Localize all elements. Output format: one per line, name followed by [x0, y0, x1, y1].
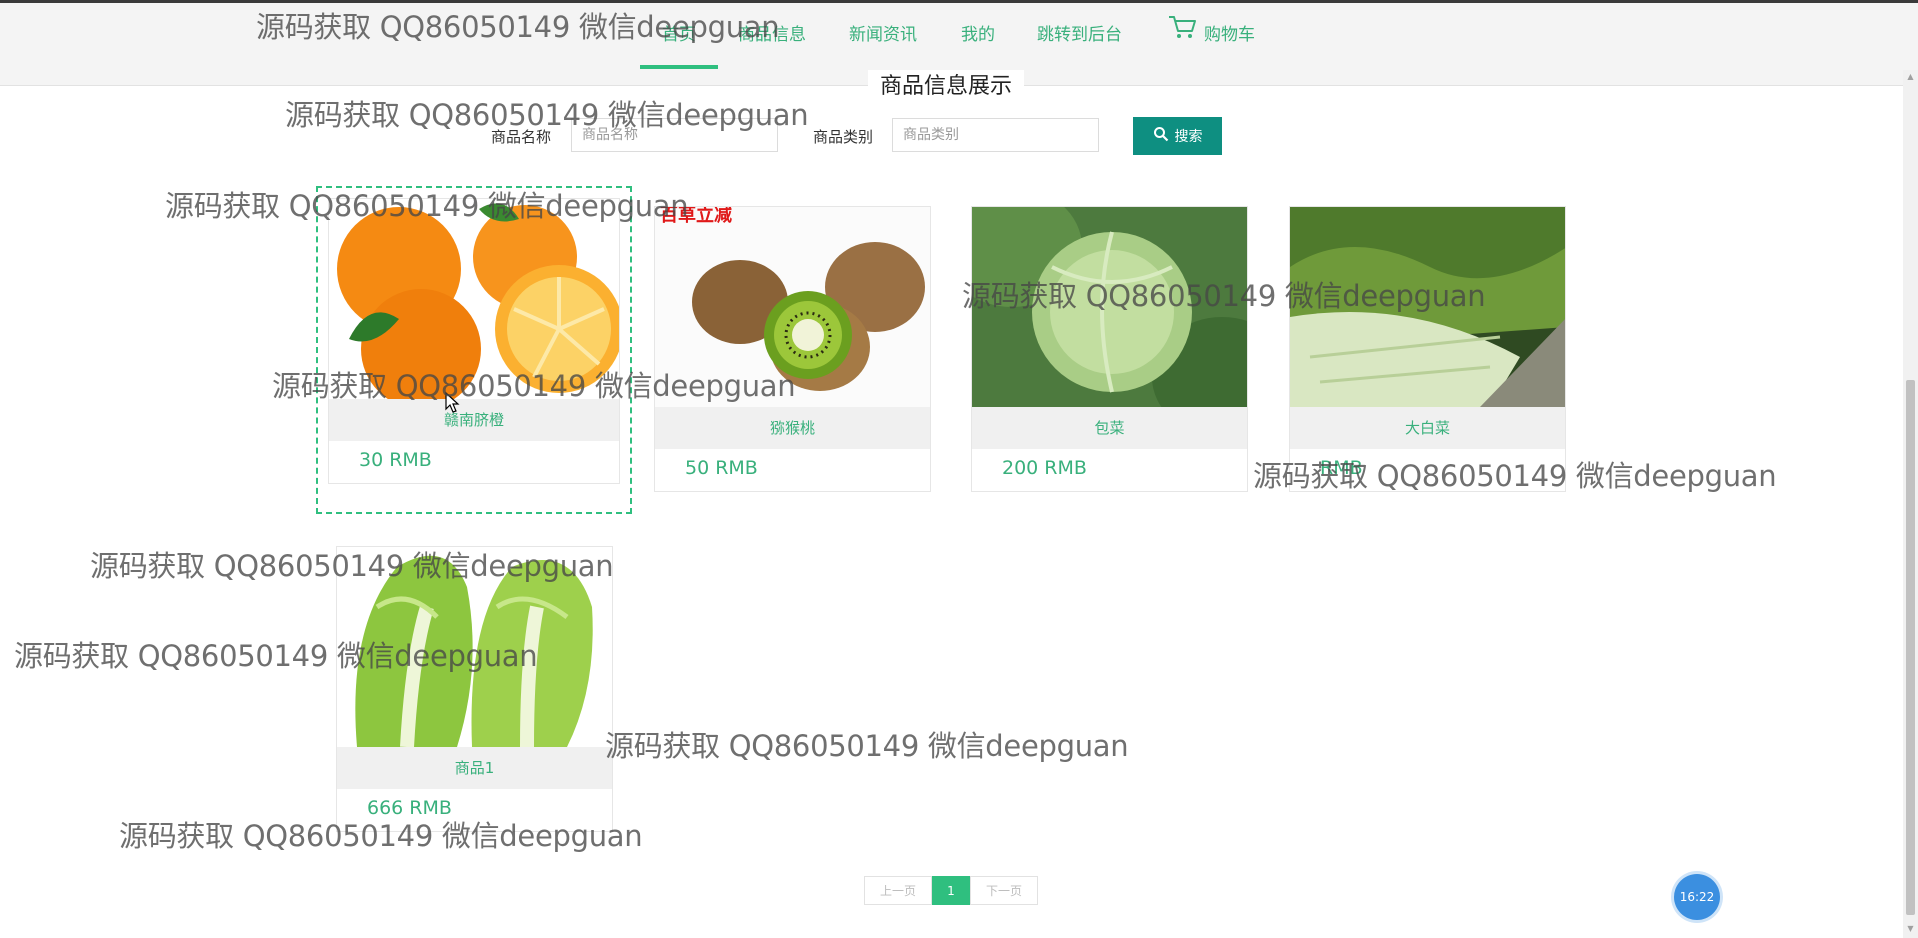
product-name[interactable]: 商品1	[337, 747, 612, 789]
svg-text:百草立减: 百草立减	[660, 207, 732, 226]
nav-home[interactable]: 首页	[640, 3, 718, 71]
scroll-down-arrow-icon[interactable]: ▼	[1906, 924, 1915, 934]
section-title: 商品信息展示	[868, 70, 1025, 104]
product-card[interactable]: 商品1 666 RMB	[336, 546, 613, 832]
nav-admin[interactable]: 跳转到后台	[1037, 3, 1122, 71]
product-image-oranges[interactable]	[329, 199, 619, 399]
pagination-prev-button[interactable]: 上一页	[864, 876, 932, 905]
nav-news[interactable]: 新闻资讯	[849, 3, 917, 71]
product-image-napa-cabbage[interactable]	[1290, 207, 1565, 407]
product-name-input[interactable]	[571, 118, 778, 152]
product-image-cabbage[interactable]	[972, 207, 1247, 407]
nav-products[interactable]: 商品信息	[738, 3, 806, 71]
product-price: 200 RMB	[1002, 457, 1087, 479]
product-card[interactable]: 百草立减 猕猴桃 50 RMB	[654, 206, 931, 492]
search-icon	[1153, 126, 1169, 146]
product-category-label: 商品类别	[813, 128, 874, 146]
product-image-lettuce[interactable]	[337, 547, 612, 747]
scrollbar-thumb[interactable]	[1906, 380, 1915, 915]
product-price: 666 RMB	[367, 797, 452, 819]
product-name[interactable]: 猕猴桃	[655, 407, 930, 449]
shopping-cart-icon	[1168, 3, 1198, 67]
product-card[interactable]: 赣南脐橙 30 RMB	[328, 198, 620, 484]
search-button[interactable]: 搜索	[1133, 117, 1222, 155]
product-category-input[interactable]	[892, 118, 1099, 152]
nav-cart-label: 购物车	[1204, 25, 1255, 45]
mouse-cursor-icon	[445, 391, 461, 418]
pagination-page-1[interactable]: 1	[932, 876, 970, 905]
nav-cart[interactable]: 购物车	[1168, 3, 1255, 71]
scroll-up-arrow-icon[interactable]: ▲	[1906, 72, 1915, 82]
product-name[interactable]: 大白菜	[1290, 407, 1565, 449]
floating-clock-widget[interactable]: 16:22	[1674, 874, 1720, 920]
product-card[interactable]: 包菜 200 RMB	[971, 206, 1248, 492]
product-name[interactable]: 赣南脐橙	[329, 399, 619, 441]
product-price: RMB	[1320, 457, 1363, 479]
product-name[interactable]: 包菜	[972, 407, 1247, 449]
product-price: 50 RMB	[685, 457, 758, 479]
product-image-kiwi[interactable]: 百草立减	[655, 207, 930, 407]
product-name-label: 商品名称	[491, 128, 552, 146]
watermark-text: 源码获取 QQ86050149 微信deepguan	[605, 729, 1129, 763]
product-price: 30 RMB	[359, 449, 432, 471]
pagination: 上一页 1 下一页	[864, 876, 1038, 905]
product-card[interactable]: 大白菜 RMB	[1289, 206, 1566, 492]
pagination-next-button[interactable]: 下一页	[970, 876, 1038, 905]
search-button-label: 搜索	[1174, 129, 1203, 145]
nav-mine[interactable]: 我的	[961, 3, 995, 71]
